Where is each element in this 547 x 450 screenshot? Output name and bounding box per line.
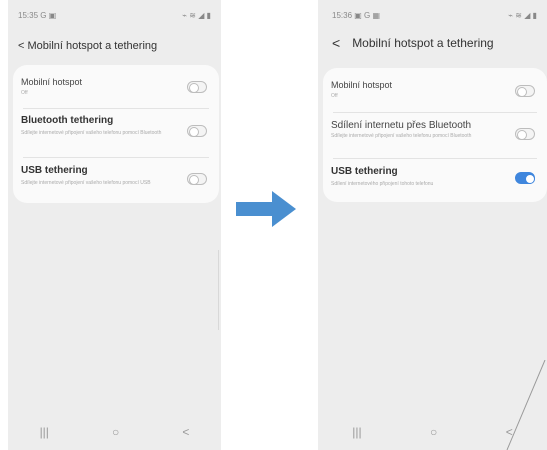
- navigation-bar: ||| ○ <: [318, 414, 547, 450]
- row-bluetooth-tethering[interactable]: Bluetooth tethering Sdílejte internetové…: [13, 113, 219, 153]
- toggle-switch[interactable]: [515, 85, 535, 97]
- toggle-switch[interactable]: [187, 125, 207, 137]
- arrow-shape: [236, 191, 296, 227]
- row-subtitle: Off: [331, 93, 338, 99]
- page-title[interactable]: < Mobilní hotspot a tethering: [18, 40, 157, 52]
- scroll-indicator: [218, 250, 219, 330]
- status-notification-icons: ▣ G ▦: [354, 10, 381, 20]
- status-notification-icons: G ▣: [40, 10, 57, 20]
- home-button[interactable]: ○: [112, 425, 119, 439]
- app-bar: < Mobilní hotspot a tethering: [18, 38, 211, 54]
- status-right-icons: ⌁ ≋ ◢ ▮: [508, 10, 537, 20]
- page-title: Mobilní hotspot a tethering: [352, 36, 494, 50]
- toggle-switch[interactable]: [187, 81, 207, 93]
- row-subtitle: Sdílejte internetové připojení vašeho te…: [331, 133, 472, 139]
- status-time: 15:35: [18, 10, 39, 20]
- divider: [23, 108, 209, 109]
- row-title: USB tethering: [331, 166, 398, 177]
- status-bar: 15:36 ▣ G ▦ ⌁ ≋ ◢ ▮: [332, 9, 537, 21]
- row-subtitle: Sdílejte internetové připojení vašeho te…: [21, 180, 151, 186]
- row-title: Mobilní hotspot: [21, 77, 83, 87]
- row-title: Sdílení internetu přes Bluetooth: [331, 120, 472, 131]
- row-usb-tethering[interactable]: USB tethering Sdílejte internetové připo…: [13, 163, 219, 199]
- row-title: USB tethering: [21, 165, 88, 176]
- back-button[interactable]: <: [506, 425, 513, 439]
- navigation-bar: ||| ○ <: [8, 414, 221, 450]
- toggle-switch-on[interactable]: [515, 172, 535, 184]
- back-arrow-icon[interactable]: <: [332, 35, 340, 51]
- row-usb-tethering[interactable]: USB tethering Sdílení internetového přip…: [323, 164, 547, 198]
- settings-card: Mobilní hotspot Off Sdílení internetu př…: [323, 68, 547, 202]
- divider: [333, 112, 537, 113]
- status-bar: 15:35 G ▣ ⌁ ≋ ◢ ▮: [18, 9, 211, 21]
- recent-apps-button[interactable]: |||: [40, 425, 49, 439]
- toggle-switch[interactable]: [187, 173, 207, 185]
- right-arrow-icon: [236, 191, 296, 227]
- row-subtitle: Off: [21, 90, 28, 96]
- status-right-icons: ⌁ ≋ ◢ ▮: [182, 10, 211, 20]
- row-subtitle: Sdílení internetového připojení tohoto t…: [331, 181, 434, 187]
- toggle-switch[interactable]: [515, 128, 535, 140]
- row-title: Bluetooth tethering: [21, 115, 114, 126]
- status-time: 15:36: [332, 10, 353, 20]
- row-mobile-hotspot[interactable]: Mobilní hotspot Off: [13, 73, 219, 105]
- row-title: Mobilní hotspot: [331, 80, 393, 90]
- row-subtitle: Sdílejte internetové připojení vašeho te…: [21, 130, 162, 136]
- back-button[interactable]: <: [182, 425, 189, 439]
- home-button[interactable]: ○: [430, 425, 437, 439]
- divider: [23, 157, 209, 158]
- settings-card: Mobilní hotspot Off Bluetooth tethering …: [13, 65, 219, 203]
- row-bluetooth-sharing[interactable]: Sdílení internetu přes Bluetooth Sdílejt…: [323, 116, 547, 156]
- divider: [333, 158, 537, 159]
- right-phone-screen: 15:36 ▣ G ▦ ⌁ ≋ ◢ ▮ < Mobilní hotspot a …: [318, 0, 547, 450]
- recent-apps-button[interactable]: |||: [352, 425, 361, 439]
- status-left: 15:35 G ▣: [18, 11, 56, 20]
- status-left: 15:36 ▣ G ▦: [332, 11, 380, 20]
- row-mobile-hotspot[interactable]: Mobilní hotspot Off: [323, 74, 547, 108]
- left-phone-screen: 15:35 G ▣ ⌁ ≋ ◢ ▮ < Mobilní hotspot a te…: [8, 0, 221, 450]
- app-bar: < Mobilní hotspot a tethering: [332, 35, 537, 51]
